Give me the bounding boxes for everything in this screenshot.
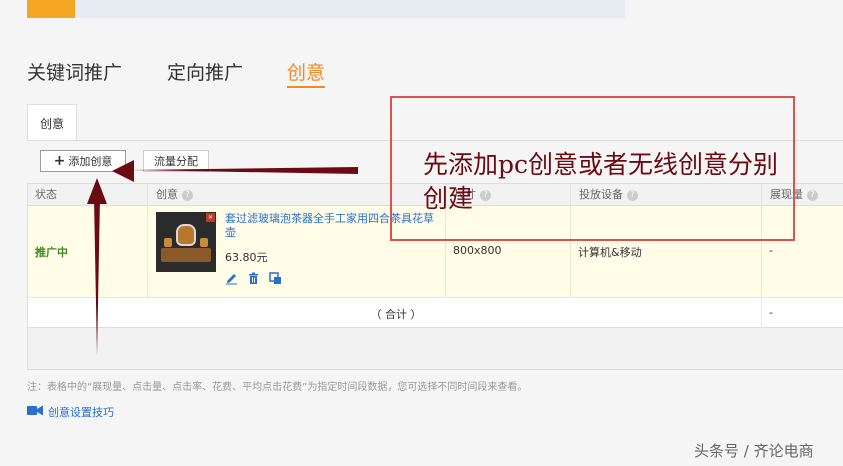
thumbnail-cup [200, 238, 208, 247]
top-progress-fill [27, 0, 75, 18]
summary-row: （ 合计 ） - [27, 298, 843, 328]
add-creative-button[interactable]: + 添加创意 [40, 150, 126, 172]
annotation-text: 先添加pc创意或者无线创意分别创建 [423, 150, 779, 213]
watermark: 头条号 / 齐论电商 [694, 442, 814, 460]
tab-targeted-promotion[interactable]: 定向推广 [167, 58, 243, 85]
thumbnail-tray [161, 248, 211, 262]
add-creative-label: 添加创意 [68, 155, 113, 168]
header-status-label: 状态 [35, 188, 57, 201]
column-divider [761, 298, 762, 328]
help-icon[interactable]: ? [807, 189, 818, 201]
table-footer [27, 328, 843, 370]
table-left-border [27, 183, 28, 370]
top-progress-bar [27, 0, 625, 18]
delivery-device: 计算机&移动 [578, 246, 642, 259]
impressions-value: - [769, 244, 773, 257]
table-note: 注：表格中的“展现量、点击量、点击率、花费、平均点击花费”为指定时间段数据，您可… [27, 382, 528, 393]
creative-tips-link[interactable]: 创意设置技巧 [27, 404, 114, 420]
plus-icon: + [53, 153, 66, 169]
creative-tips-label: 创意设置技巧 [48, 406, 114, 419]
tab-creative[interactable]: 创意 [287, 58, 326, 88]
delete-icon[interactable] [247, 270, 260, 284]
subtab-creative[interactable]: 创意 [27, 104, 77, 141]
column-divider [147, 206, 148, 298]
help-icon[interactable]: ? [182, 189, 193, 201]
traffic-allocation-button[interactable]: 流量分配 [143, 150, 209, 172]
creative-size: 800x800 [453, 244, 502, 257]
thumbnail-teapot [176, 224, 196, 246]
header-status: 状态 [27, 184, 147, 206]
video-camera-icon [27, 405, 43, 419]
product-thumbnail[interactable]: ✕ [156, 212, 216, 272]
tab-keyword-promotion[interactable]: 关键词推广 [27, 58, 122, 85]
header-creative-label: 创意 [156, 188, 178, 201]
summary-label: （ 合计 ） [370, 308, 422, 321]
thumbnail-badge-icon: ✕ [206, 213, 215, 222]
row-actions [225, 270, 282, 285]
edit-icon[interactable] [225, 270, 238, 285]
copy-icon[interactable] [269, 270, 282, 284]
thumbnail-cup [164, 238, 172, 247]
product-price: 63.80元 [225, 251, 268, 264]
status-badge: 推广中 [35, 246, 68, 259]
summary-impressions: - [769, 306, 773, 319]
